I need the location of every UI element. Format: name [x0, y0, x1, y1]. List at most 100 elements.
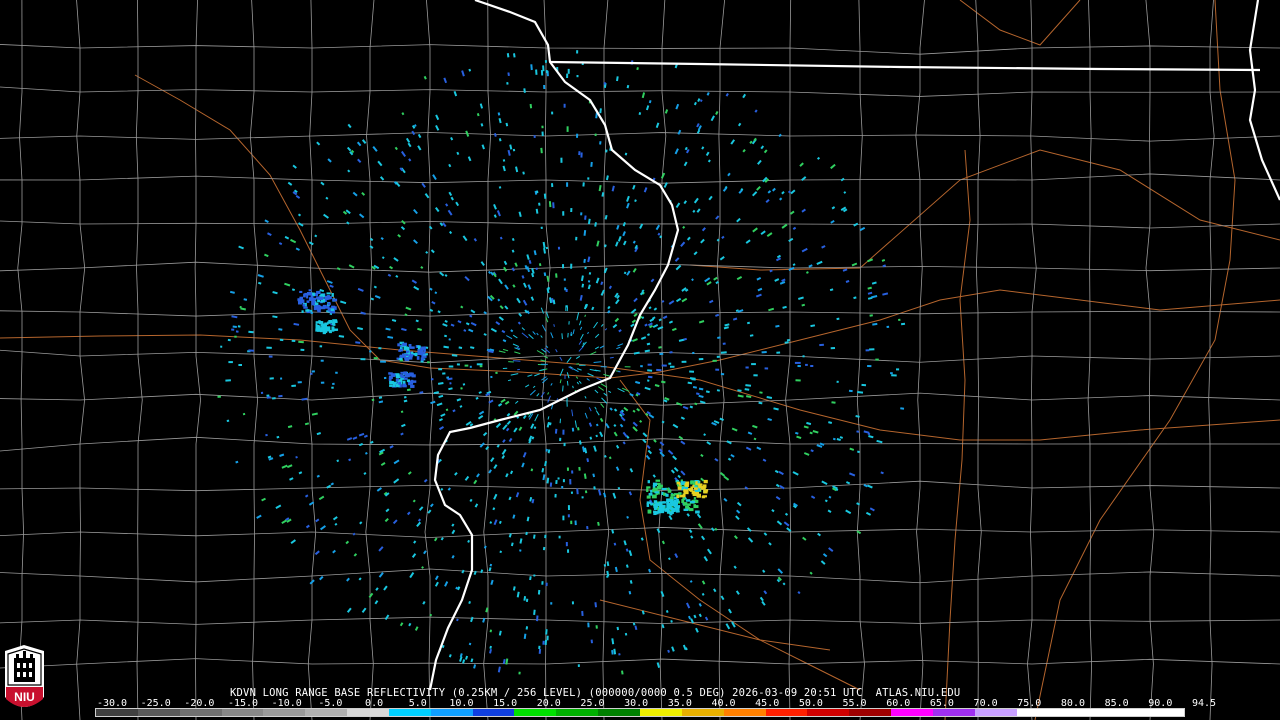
echo-speck	[407, 471, 412, 475]
echo-speck	[763, 149, 768, 154]
echo-speck	[797, 591, 801, 595]
echo-speck	[290, 539, 296, 545]
echo-speck	[350, 149, 355, 154]
echo-speck	[507, 149, 511, 156]
echo-speck	[438, 394, 444, 399]
county-line	[135, 0, 143, 720]
echo-cluster-cell	[646, 486, 651, 489]
echo-speck	[839, 436, 843, 439]
echo-speck	[675, 264, 682, 271]
echo-speck	[498, 520, 502, 524]
echo-speck	[508, 437, 513, 443]
echo-speck	[576, 381, 580, 385]
echo-cluster-cell	[693, 504, 696, 509]
echo-speck	[389, 265, 394, 270]
county-line	[17, 0, 24, 720]
echo-speck	[489, 348, 495, 352]
echo-speck	[482, 431, 488, 437]
echo-speck	[648, 413, 655, 419]
echo-speck	[871, 281, 877, 285]
echo-speck	[584, 395, 587, 399]
echo-cluster-cell	[333, 323, 336, 326]
echo-speck	[305, 524, 310, 529]
echo-speck	[644, 323, 648, 327]
echo-speck	[334, 522, 338, 526]
echo-speck	[348, 264, 355, 269]
echo-speck	[542, 241, 546, 249]
echo-speck	[378, 546, 384, 552]
echo-speck	[393, 257, 399, 262]
echo-cluster-cell	[679, 494, 684, 498]
echo-speck	[423, 75, 427, 80]
echo-speck	[827, 509, 832, 513]
echo-speck	[747, 431, 753, 435]
echo-speck	[561, 333, 563, 340]
echo-speck	[600, 403, 605, 408]
echo-speck	[615, 444, 620, 449]
echo-speck	[622, 222, 626, 227]
echo-speck	[419, 391, 424, 394]
echo-speck	[417, 145, 422, 151]
highway	[689, 149, 1280, 271]
echo-cluster-cell	[308, 289, 312, 292]
echo-speck	[430, 400, 436, 405]
echo-speck	[716, 389, 720, 392]
echo-speck	[655, 224, 661, 231]
echo-speck	[284, 282, 291, 287]
echo-speck	[692, 386, 697, 389]
echo-speck	[737, 394, 744, 398]
echo-speck	[232, 325, 237, 328]
echo-speck	[809, 431, 813, 435]
echo-cluster-cell	[688, 508, 694, 511]
echo-speck	[706, 441, 712, 446]
echo-speck	[623, 540, 627, 546]
scale-label: 0.0	[365, 698, 384, 709]
echo-speck	[474, 503, 479, 508]
echo-speck	[731, 427, 738, 432]
echo-speck	[423, 478, 428, 483]
echo-speck	[594, 389, 599, 394]
echo-speck	[510, 373, 519, 376]
echo-speck	[843, 191, 847, 194]
echo-speck	[689, 580, 693, 583]
echo-speck	[502, 348, 509, 352]
echo-speck	[659, 441, 665, 446]
echo-speck	[816, 156, 821, 160]
scale-label: -5.0	[318, 698, 343, 709]
echo-speck	[693, 614, 697, 619]
echo-speck	[360, 311, 366, 315]
echo-speck	[578, 440, 582, 445]
echo-speck	[658, 318, 662, 322]
echo-speck	[788, 237, 794, 243]
echo-speck	[744, 388, 750, 391]
echo-speck	[407, 142, 412, 148]
echo-speck	[489, 645, 492, 649]
echo-speck	[578, 345, 584, 352]
echo-speck	[587, 284, 591, 290]
echo-speck	[591, 306, 595, 311]
echo-speck	[701, 580, 706, 585]
echo-speck	[546, 275, 550, 282]
echo-speck	[417, 518, 422, 522]
echo-cluster-cell	[416, 356, 420, 360]
echo-speck	[790, 189, 796, 195]
echo-cluster-cell	[683, 508, 689, 511]
echo-speck	[496, 210, 501, 217]
echo-speck	[775, 324, 780, 328]
echo-speck	[778, 133, 782, 138]
echo-speck	[730, 139, 736, 145]
echo-speck	[868, 435, 874, 439]
echo-speck	[696, 513, 702, 519]
echo-cluster-cell	[331, 329, 335, 332]
echo-speck	[760, 145, 765, 150]
echo-speck	[240, 307, 246, 311]
echo-speck	[700, 535, 706, 541]
echo-speck	[497, 298, 501, 302]
echo-speck	[604, 328, 608, 331]
echo-speck	[599, 431, 604, 438]
echo-cluster-cell	[327, 302, 331, 306]
echo-speck	[572, 329, 575, 335]
echo-speck	[645, 412, 649, 417]
echo-speck	[763, 532, 768, 536]
echo-speck	[664, 109, 669, 114]
